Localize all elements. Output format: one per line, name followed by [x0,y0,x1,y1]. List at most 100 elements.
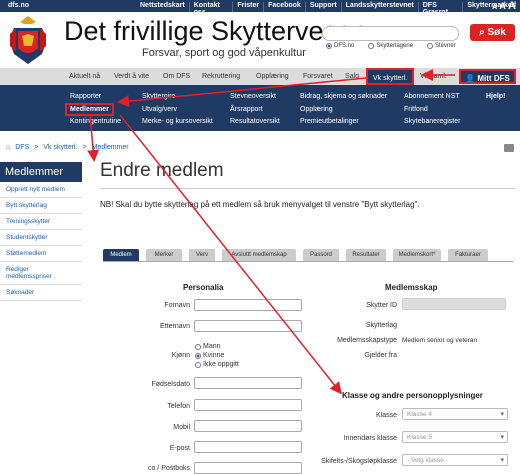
fodselsdato-input[interactable] [194,377,302,389]
submenu-kontingentrutine[interactable]: Kontingentrutine [70,118,121,125]
nav-rekruttering[interactable]: Rekruttering [202,73,240,80]
mitt-dfs-label: Mitt DFS [477,74,510,83]
sidebar-item-treningsskytter[interactable]: Treningsskytter [0,214,82,230]
nav-verdt-a-vite[interactable]: Verdt å vite [114,73,149,80]
tab-medlem[interactable]: Medlem [103,249,139,261]
search-icon: ⌕ [479,27,485,38]
search-button[interactable]: ⌕ Søk [470,24,515,41]
title-divider [100,188,515,189]
sidebar-title: Medlemmer [0,162,82,182]
scope-label: Stevner [435,43,456,49]
main-navigation: Aktuelt nå Verdt å vite Om DFS Rekrutter… [0,68,520,85]
tab-merker[interactable]: Merker [146,249,182,261]
label-gjelder-fra: Gjelder fra [364,352,397,359]
nav-forsvaret[interactable]: Forsvaret [303,73,333,80]
breadcrumb: ⌂ DFS > Vk skytterl. > Medlemmer [6,144,129,151]
submenu-opplaering[interactable]: Opplæring [300,106,333,113]
site-tagline: Forsvar, sport og god våpenkultur [142,47,306,59]
dfs-crest-logo[interactable] [6,14,50,66]
text-size-controls: A A A [492,0,516,12]
tab-avsluttt-medlemskap[interactable]: Avsluttt medlemskap [222,249,296,261]
search-input[interactable] [322,26,459,41]
sidebar-item-studentskytter[interactable]: Studentskytter [0,230,82,246]
radio-icon [326,43,332,49]
label-telefon: Telefon [167,403,190,410]
nav-vk-saml[interactable]: Vk saml. [420,73,447,80]
scope-stevner[interactable]: Stevner [427,43,456,49]
tab-verv[interactable]: Verv [189,249,215,261]
mobil-input[interactable] [194,420,302,432]
print-icon[interactable] [504,144,514,152]
sidebar-item-stottemedlem[interactable]: Støttemedlem [0,246,82,262]
tab-resultater[interactable]: Resultater [346,249,386,261]
submenu-skytebaneregister[interactable]: Skytebaneregister [404,118,460,125]
telefon-input[interactable] [194,399,302,411]
gender-option-ikke-oppgitt[interactable]: Ikke oppgitt [195,360,239,369]
submenu-merke-kurs[interactable]: Merke- og kursoversikt [142,118,213,125]
tab-medlemskort[interactable]: Medlemskort* [393,249,441,261]
label-kjonn: Kjønn [171,352,190,359]
submenu-resultatoversikt[interactable]: Resultatoversikt [230,118,280,125]
sidebar: Medlemmer Opprett nytt medlem Bytt skytt… [0,162,82,301]
label-medlemsskapstype: Medlemsskapstype [337,337,397,344]
gender-label: Mann [203,343,221,350]
submenu-skyttergiro[interactable]: Skyttergiro [142,93,175,100]
etternavn-input[interactable] [194,320,302,332]
gender-option-kvinne[interactable]: Kvinne [195,351,239,360]
home-icon[interactable]: ⌂ [6,144,10,151]
personalia-heading: Personalia [183,283,224,292]
scope-label: DFS.no [334,43,355,49]
submenu-rapporter[interactable]: Rapporter [70,93,101,100]
site-link[interactable]: dfs.no [8,2,29,9]
klasse-select[interactable]: Klasse 4 [402,408,508,420]
submenu-utvalg-verv[interactable]: Utvalg/verv [142,106,177,113]
member-tabs: Medlem Merker Verv Avsluttt medlemskap P… [103,249,488,261]
breadcrumb-vk-skytterl[interactable]: Vk skytterl. [43,144,77,151]
label-klasse: Klasse [375,412,397,419]
breadcrumb-medlemmer[interactable]: Medlemmer [92,144,129,151]
breadcrumb-separator: > [34,144,39,151]
breadcrumb-dfs[interactable]: DFS [15,144,29,151]
klasse-heading: Klasse og andre personopplysninger [342,391,483,400]
sidebar-item-bytt-skytterlag[interactable]: Bytt skytterlag [0,198,82,214]
label-co-postboks: co / Postboks [147,465,190,472]
mitt-dfs-button[interactable]: 👤 Mitt DFS [459,69,516,84]
submenu-premieutbetalinger[interactable]: Premieutbetalinger [300,118,359,125]
submenu-hjelp[interactable]: Hjelp! [486,93,505,100]
submenu-stevneoversikt[interactable]: Stevneoversikt [230,93,276,100]
text-size-medium[interactable]: A [499,1,505,11]
nav-salg[interactable]: Salg [345,73,359,80]
submenu-abonnement-nst[interactable]: Abonnement NST [404,93,460,100]
sidebar-item-opprett[interactable]: Opprett nytt medlem [0,182,82,198]
nav-aktuelt[interactable]: Aktuelt nå [69,73,100,80]
tab-passord[interactable]: Passord [303,249,339,261]
text-size-large[interactable]: A [508,0,516,12]
gender-option-mann[interactable]: Mann [195,342,239,351]
fornavn-input[interactable] [194,299,302,311]
skytter-id-field [402,298,506,310]
label-fornavn: Fornavn [164,302,190,309]
submenu-fritfond[interactable]: Fritfond [404,106,428,113]
nav-opplaering[interactable]: Opplæring [256,73,289,80]
sidebar-item-rediger-priser[interactable]: Rediger medlemsspriser [0,262,82,285]
label-innendors-klasse: Innendørs klasse [343,435,397,442]
submenu-bidrag[interactable]: Bidrag, skjema og søknader [300,93,387,100]
co-postboks-input[interactable] [194,462,302,474]
submenu-arsrapport[interactable]: Årsrapport [230,106,263,113]
gender-label: Kvinne [203,352,225,359]
nav-om-dfs[interactable]: Om DFS [163,73,190,80]
text-size-small[interactable]: A [492,4,497,11]
medlemsskapstype-value: Medlem senior og veteran [402,337,478,344]
nav-vk-skytterl[interactable]: Vk skytterl. [366,68,415,85]
submenu-medlemmer[interactable]: Medlemmer [65,103,114,116]
epost-input[interactable] [194,441,302,453]
top-utility-bar: dfs.no Nettstedskart Kontakt oss Frister… [0,0,520,16]
sidebar-item-soknader[interactable]: Søknader [0,285,82,301]
scope-skytterlagene[interactable]: Skytterlagene [368,43,413,49]
innendors-klasse-select[interactable]: Klasse 5 [402,431,508,443]
scope-dfs[interactable]: DFS.no [326,43,354,49]
skifelt-klasse-select[interactable]: - Velg klasse - [402,454,508,466]
label-mobil: Mobil [173,424,190,431]
tab-fakturaer[interactable]: Fakturaer [448,249,488,261]
label-etternavn: Etternavn [160,323,190,330]
